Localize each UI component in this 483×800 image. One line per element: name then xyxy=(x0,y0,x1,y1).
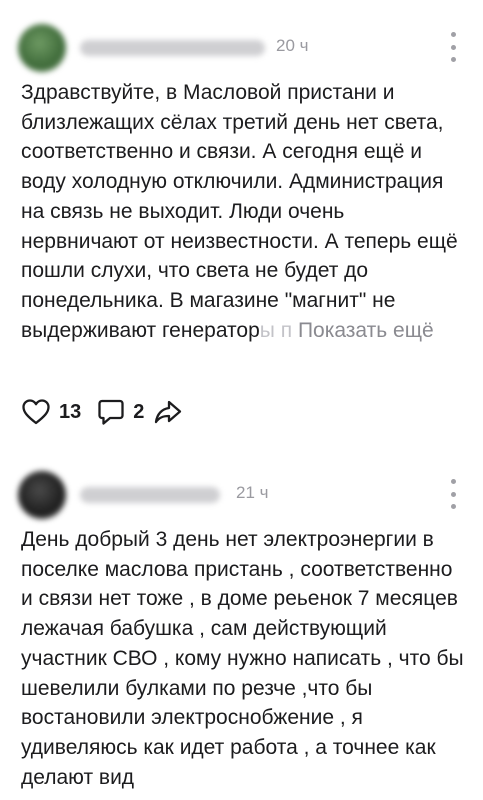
author-name-blurred[interactable] xyxy=(80,487,220,503)
likes-count: 13 xyxy=(59,400,82,423)
comment-text-fade: ы п xyxy=(259,318,293,342)
comment-actions: 13 2 xyxy=(21,396,182,428)
comment-card: 21 ч День добрый 3 день нет электроэнерг… xyxy=(0,465,483,789)
comment-time: 20 ч xyxy=(276,36,309,55)
comment-icon xyxy=(98,399,124,425)
comment-card: 20 ч Здравствуйте, в Масловой пристани и… xyxy=(0,18,483,425)
share-button[interactable] xyxy=(154,399,182,425)
author-name-blurred[interactable] xyxy=(80,40,265,56)
reply-button[interactable]: 2 xyxy=(97,398,154,426)
comment-text: День добрый 3 день нет электроэнергии в … xyxy=(21,528,464,789)
like-button[interactable]: 13 xyxy=(21,398,97,426)
comment-text-main: Здравствуйте, в Масловой пристани и близ… xyxy=(21,81,458,342)
avatar[interactable] xyxy=(18,471,66,519)
more-options-icon[interactable] xyxy=(445,32,461,62)
avatar[interactable] xyxy=(18,24,66,72)
comment-header: 20 ч xyxy=(0,18,483,72)
heart-icon xyxy=(22,399,50,425)
more-options-icon[interactable] xyxy=(445,479,461,509)
share-icon xyxy=(155,400,182,424)
show-more-link[interactable]: Показать ещё xyxy=(298,319,434,342)
comment-header: 21 ч xyxy=(0,465,483,519)
comment-time: 21 ч xyxy=(236,483,269,502)
comment-text: Здравствуйте, в Масловой пристани и близ… xyxy=(21,78,466,345)
comments-count: 2 xyxy=(133,400,145,423)
